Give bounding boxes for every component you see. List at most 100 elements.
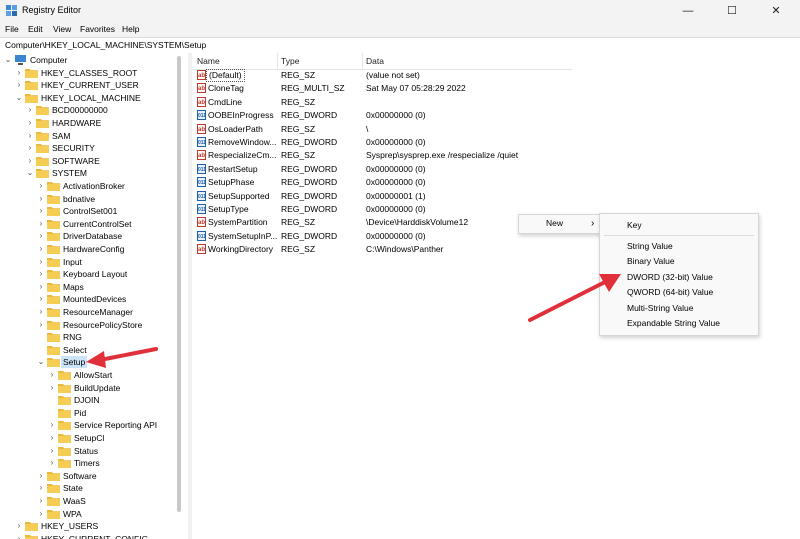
tree-node-timers[interactable]: › Timers (0, 457, 176, 469)
value-row[interactable]: 011 SetupPhase REG_DWORD 0x00000000 (0) (192, 176, 572, 189)
tree-node-status[interactable]: › Status (0, 445, 176, 457)
chevron-down-icon[interactable]: ⌄ (26, 167, 34, 179)
submenu-item-string-value[interactable]: String Value (600, 239, 758, 254)
tree-node-sam[interactable]: › SAM (0, 130, 176, 142)
chevron-right-icon[interactable]: › (15, 79, 23, 91)
tree-node-bcd00000000[interactable]: › BCD00000000 (0, 104, 176, 116)
value-row[interactable]: 011 RestartSetup REG_DWORD 0x00000000 (0) (192, 163, 572, 176)
tree-node-hardwareconfig[interactable]: › HardwareConfig (0, 243, 176, 255)
chevron-right-icon[interactable]: › (48, 369, 56, 381)
menu-edit[interactable]: Edit (28, 24, 43, 34)
maximize-button[interactable]: ☐ (710, 0, 754, 22)
menu-view[interactable]: View (53, 24, 71, 34)
chevron-right-icon[interactable]: › (37, 293, 45, 305)
column-header-type[interactable]: Type (281, 56, 299, 66)
tree-node-buildupdate[interactable]: › BuildUpdate (0, 382, 176, 394)
tree-node-maps[interactable]: › Maps (0, 281, 176, 293)
tree-node-system[interactable]: ⌄ SYSTEM (0, 167, 176, 179)
value-row[interactable]: ab CloneTag REG_MULTI_SZ Sat May 07 05:28:2… (192, 82, 572, 95)
chevron-right-icon[interactable]: › (37, 306, 45, 318)
chevron-right-icon[interactable]: › (48, 432, 56, 444)
tree-node-input[interactable]: › Input (0, 256, 176, 268)
chevron-right-icon[interactable]: › (48, 445, 56, 457)
chevron-right-icon[interactable]: › (37, 180, 45, 192)
chevron-right-icon[interactable]: › (26, 117, 34, 129)
menu-favorites[interactable]: Favorites (80, 24, 115, 34)
tree-node-hku[interactable]: › HKEY_USERS (0, 520, 176, 532)
address-bar[interactable]: Computer\HKEY_LOCAL_MACHINE\SYSTEM\Setup (0, 37, 800, 54)
tree-node-service-reporting-api[interactable]: › Service Reporting API (0, 419, 176, 431)
chevron-right-icon[interactable]: › (15, 67, 23, 79)
chevron-down-icon[interactable]: ⌄ (37, 356, 45, 368)
chevron-right-icon[interactable]: › (37, 495, 45, 507)
context-menu-new[interactable]: New › (519, 216, 607, 231)
tree-node-driverdatabase[interactable]: › DriverDatabase (0, 230, 176, 242)
column-divider[interactable] (277, 53, 278, 69)
tree-node-security[interactable]: › SECURITY (0, 142, 176, 154)
tree-node-pid[interactable]: Pid (0, 407, 176, 419)
chevron-right-icon[interactable]: › (26, 130, 34, 142)
value-row[interactable]: ab CmdLine REG_SZ (192, 96, 572, 109)
chevron-right-icon[interactable]: › (37, 205, 45, 217)
tree-node-computer[interactable]: ⌄ Computer (0, 54, 176, 66)
value-row[interactable]: 011 SetupType REG_DWORD 0x00000000 (0) (192, 203, 572, 216)
tree-node-currentcontrolset[interactable]: › CurrentControlSet (0, 218, 176, 230)
column-header-data[interactable]: Data (366, 56, 384, 66)
tree-node-hklm[interactable]: ⌄ HKEY_LOCAL_MACHINE (0, 92, 176, 104)
tree-node-hkcu[interactable]: › HKEY_CURRENT_USER (0, 79, 176, 91)
menu-file[interactable]: File (5, 24, 19, 34)
minimize-button[interactable]: — (666, 0, 710, 22)
value-row[interactable]: 011 RemoveWindow... REG_DWORD 0x00000000 (0… (192, 136, 572, 149)
value-row[interactable]: ab WorkingDirectory REG_SZ C:\Windows\Panth… (192, 243, 572, 256)
chevron-right-icon[interactable]: › (37, 482, 45, 494)
chevron-right-icon[interactable]: › (48, 419, 56, 431)
tree-node-activationbroker[interactable]: › ActivationBroker (0, 180, 176, 192)
chevron-right-icon[interactable]: › (37, 218, 45, 230)
tree-node-software[interactable]: › Software (0, 470, 176, 482)
submenu-item-binary-value[interactable]: Binary Value (600, 254, 758, 269)
value-row[interactable]: ab OsLoaderPath REG_SZ \ (192, 123, 572, 136)
chevron-right-icon[interactable]: › (37, 268, 45, 280)
tree-node-hkcr[interactable]: › HKEY_CLASSES_ROOT (0, 67, 176, 79)
tree-node-software[interactable]: › SOFTWARE (0, 155, 176, 167)
chevron-right-icon[interactable]: › (26, 104, 34, 116)
tree-node-allowstart[interactable]: › AllowStart (0, 369, 176, 381)
tree-node-controlset001[interactable]: › ControlSet001 (0, 205, 176, 217)
column-header-name[interactable]: Name (197, 56, 220, 66)
tree-node-resourcemanager[interactable]: › ResourceManager (0, 306, 176, 318)
chevron-right-icon[interactable]: › (48, 382, 56, 394)
chevron-right-icon[interactable]: › (37, 319, 45, 331)
chevron-right-icon[interactable]: › (37, 193, 45, 205)
tree-node-wpa[interactable]: › WPA (0, 508, 176, 520)
chevron-down-icon[interactable]: ⌄ (15, 92, 23, 104)
chevron-right-icon[interactable]: › (37, 243, 45, 255)
tree-node-waas[interactable]: › WaaS (0, 495, 176, 507)
value-row[interactable]: ab RespecializeCm... REG_SZ Sysprep\sysprep… (192, 149, 572, 162)
column-divider[interactable] (362, 53, 363, 69)
submenu-item-key[interactable]: Key (600, 218, 758, 233)
tree-node-setupcl[interactable]: › SetupCl (0, 432, 176, 444)
chevron-right-icon[interactable]: › (37, 470, 45, 482)
tree-node-hkcc[interactable]: › HKEY_CURRENT_CONFIG (0, 533, 176, 539)
chevron-right-icon[interactable]: › (37, 256, 45, 268)
chevron-right-icon[interactable]: › (37, 230, 45, 242)
tree-node-mounteddevices[interactable]: › MountedDevices (0, 293, 176, 305)
chevron-right-icon[interactable]: › (37, 508, 45, 520)
value-row[interactable]: 011 OOBEInProgress REG_DWORD 0x00000000 (0) (192, 109, 572, 122)
chevron-right-icon[interactable]: › (26, 142, 34, 154)
key-tree-pane[interactable]: ⌄ Computer › HKEY_CLASSES_ROOT › HKEY_CURRENT… (0, 53, 188, 539)
chevron-right-icon[interactable]: › (48, 457, 56, 469)
close-button[interactable]: ✕ (754, 0, 798, 22)
value-row[interactable]: ab (Default) REG_SZ (value not set) (192, 69, 572, 82)
tree-scrollbar[interactable] (177, 56, 181, 512)
chevron-right-icon[interactable]: › (37, 281, 45, 293)
tree-node-bdnative[interactable]: › bdnative (0, 193, 176, 205)
chevron-right-icon[interactable]: › (15, 520, 23, 532)
tree-node-hardware[interactable]: › HARDWARE (0, 117, 176, 129)
chevron-right-icon[interactable]: › (15, 533, 23, 539)
tree-node-keyboard-layout[interactable]: › Keyboard Layout (0, 268, 176, 280)
menu-help[interactable]: Help (122, 24, 139, 34)
chevron-right-icon[interactable]: › (26, 155, 34, 167)
value-row[interactable]: 011 SetupSupported REG_DWORD 0x00000001 (1) (192, 190, 572, 203)
value-row[interactable]: 011 SystemSetupInP... REG_DWORD 0x00000000 … (192, 230, 572, 243)
